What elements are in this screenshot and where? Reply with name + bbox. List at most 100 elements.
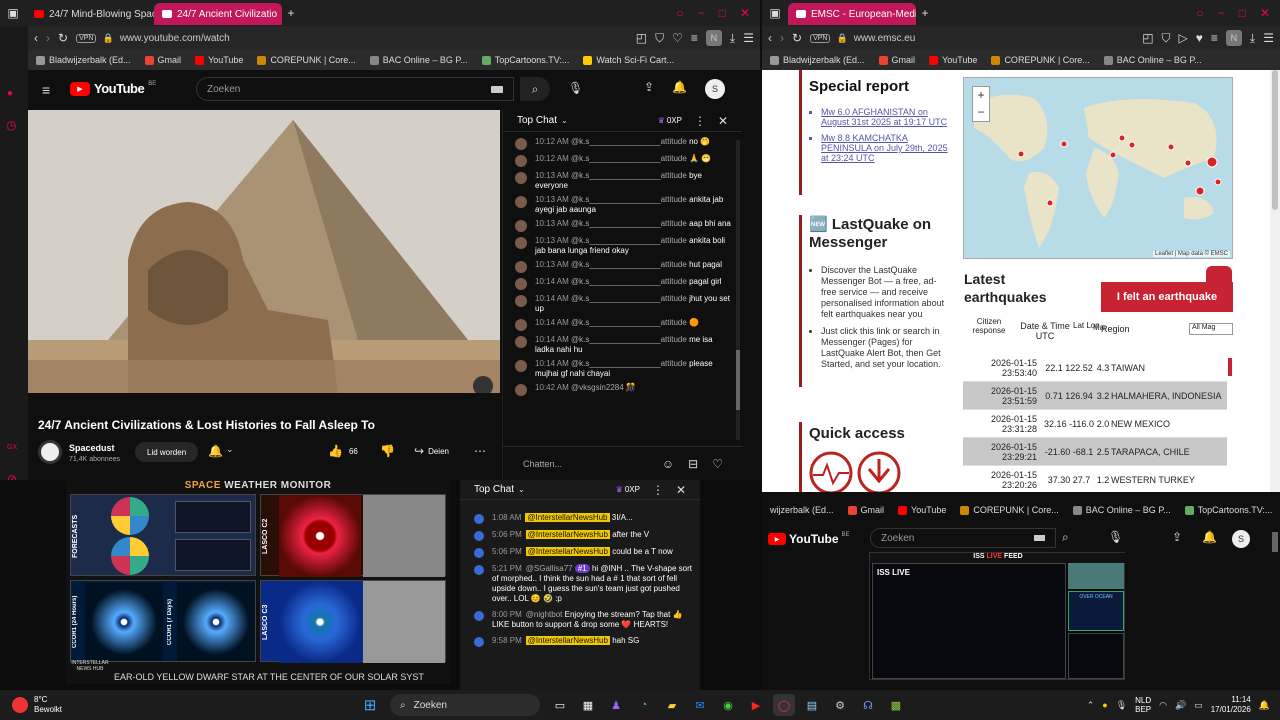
- minecraft-icon[interactable]: ▩: [885, 694, 907, 716]
- heart-icon[interactable]: ♥: [1196, 31, 1203, 45]
- chat-avatar[interactable]: [474, 611, 484, 621]
- tab-emsc[interactable]: EMSC - European-Mediter ✕: [788, 3, 916, 25]
- chat-avatar[interactable]: [515, 155, 527, 167]
- tab-actions-icon[interactable]: ▣: [0, 6, 26, 20]
- share-button[interactable]: ↪ Deien: [414, 444, 449, 458]
- chat-mode-selector[interactable]: Top Chat: [517, 115, 557, 126]
- bookmark-bac[interactable]: BAC Online – BG P...: [1072, 505, 1171, 515]
- chat-author[interactable]: @k.s________________attitude: [571, 335, 687, 344]
- chat-author[interactable]: @vksgsin2284: [571, 383, 624, 392]
- play-icon[interactable]: ▷: [1179, 31, 1188, 45]
- close-chat-icon[interactable]: ✕: [676, 483, 686, 497]
- iss-live-video[interactable]: ISS LIVE FEED ISS LIVE OVER OCEAN: [869, 552, 1126, 680]
- minimize-icon[interactable]: −: [698, 6, 705, 20]
- chat-author[interactable]: @k.s________________attitude: [571, 294, 687, 303]
- profile-avatar[interactable]: N: [1225, 30, 1242, 46]
- chat-avatar[interactable]: [515, 295, 527, 307]
- chevron-down-icon[interactable]: ⌄: [518, 485, 525, 494]
- super-chat-icon[interactable]: ⊟: [688, 457, 698, 471]
- reload-icon[interactable]: ↻: [792, 31, 802, 45]
- channel-avatar[interactable]: [38, 440, 62, 464]
- bookmark-youtube[interactable]: YouTube: [929, 55, 977, 65]
- reload-icon[interactable]: ↻: [58, 31, 68, 45]
- chat-avatar[interactable]: [515, 237, 527, 249]
- profile-avatar[interactable]: N: [705, 30, 722, 46]
- chat-avatar[interactable]: [474, 531, 484, 541]
- outlook-icon[interactable]: ✉: [689, 694, 711, 716]
- earthquake-map[interactable]: + − Leaflet | Map data © EMSC: [963, 77, 1233, 259]
- clock[interactable]: 11:14 17/01/2026: [1211, 695, 1251, 715]
- calculator-icon[interactable]: ▤: [801, 694, 823, 716]
- search-input[interactable]: Zoeken: [196, 77, 514, 101]
- video-player[interactable]: [28, 110, 500, 393]
- youtube-app-icon[interactable]: ▶: [745, 694, 767, 716]
- weather-widget[interactable]: 8°C Bewolkt: [0, 695, 200, 715]
- chevron-down-icon[interactable]: ⌄: [561, 116, 568, 125]
- start-icon[interactable]: ⊞: [359, 694, 381, 716]
- space-weather-video[interactable]: SPACE WEATHER MONITOR FORECASTS LASCO C2…: [66, 480, 450, 684]
- edge-icon[interactable]: ◔: [633, 694, 655, 716]
- report-link[interactable]: Mw 6.0 AFGHANISTAN on August 31st 2025 a…: [821, 107, 949, 127]
- chat-author[interactable]: @k.s________________attitude: [571, 154, 687, 163]
- quake-row[interactable]: 2026-01-15 23:51:59 0.71 126.94 3.2 HALMAHER…: [963, 382, 1227, 410]
- chat-avatar[interactable]: [515, 138, 527, 150]
- easy-setup-icon[interactable]: ☰: [1263, 31, 1274, 45]
- search-tabs-icon[interactable]: ○: [1196, 6, 1203, 20]
- chat-author[interactable]: @InterstellarNewsHub: [525, 547, 610, 556]
- snapshot-icon[interactable]: ◰: [636, 31, 647, 45]
- new-tab-icon[interactable]: +: [282, 6, 300, 20]
- bookmark-folder[interactable]: Bladwijzerbalk (Ed...: [36, 55, 131, 65]
- opera-gx-icon[interactable]: ◯: [773, 694, 795, 716]
- bookmark-topcartoons[interactable]: TopCartoons.TV:...: [481, 55, 569, 65]
- quake-scroll-thumb[interactable]: [1228, 358, 1232, 376]
- chat-author[interactable]: @k.s________________attitude: [571, 137, 687, 146]
- like-button[interactable]: 👍 66: [328, 444, 358, 458]
- maximize-icon[interactable]: □: [719, 6, 726, 20]
- tab-space[interactable]: 24/7 Mind-Blowing Space ✕: [26, 3, 154, 25]
- vpn-badge[interactable]: VPN: [810, 33, 831, 43]
- bookmark-bac[interactable]: BAC Online – BG P...: [369, 55, 468, 65]
- menu-icon[interactable]: ≡: [691, 31, 698, 45]
- felt-earthquake-button[interactable]: I felt an earthquake: [1101, 282, 1233, 312]
- close-window-icon[interactable]: ✕: [1260, 6, 1270, 20]
- search-tabs-icon[interactable]: ○: [676, 6, 683, 20]
- chat-author[interactable]: @SGallisa77: [526, 564, 573, 573]
- easy-setup-icon[interactable]: ☰: [743, 31, 754, 45]
- url-field[interactable]: VPN 🔒 www.youtube.com/watch: [76, 29, 628, 47]
- volume-icon[interactable]: 🔊: [1175, 700, 1186, 711]
- tray-chevron-icon[interactable]: ⌃: [1087, 700, 1095, 711]
- chat-avatar[interactable]: [515, 319, 527, 331]
- chat-avatar[interactable]: [515, 196, 527, 208]
- search-icon[interactable]: ⌕: [1062, 530, 1069, 545]
- chat-author[interactable]: @k.s________________attitude: [571, 219, 687, 228]
- quake-row[interactable]: 2026-01-15 23:29:21 -21.60 -68.1 2.5 TARAPAC…: [963, 438, 1227, 466]
- points-badge[interactable]: ♛ 0XP: [658, 116, 682, 125]
- chat-scroll-thumb[interactable]: [736, 350, 740, 410]
- chat-avatar[interactable]: [515, 220, 527, 232]
- quake-row[interactable]: 2026-01-15 23:20:26 37.30 27.7 1.2 WESTERN T…: [963, 466, 1227, 492]
- chat-avatar[interactable]: [515, 360, 527, 372]
- thumbs-down-icon[interactable]: 👎: [380, 444, 395, 458]
- chat-avatar[interactable]: [474, 548, 484, 558]
- create-icon[interactable]: ⇪: [644, 80, 654, 94]
- page-scroll-thumb[interactable]: [1272, 70, 1278, 210]
- chat-author[interactable]: @k.s________________attitude: [571, 236, 687, 245]
- forward-icon[interactable]: ›: [780, 31, 784, 45]
- heart-icon[interactable]: ♡: [712, 457, 723, 471]
- youtube-logo[interactable]: ▶ YouTube BE: [768, 532, 850, 546]
- chat-author[interactable]: @InterstellarNewsHub: [525, 530, 610, 539]
- chat-avatar[interactable]: [474, 565, 484, 575]
- bookmark-corepunk[interactable]: COREPUNK | Core...: [257, 55, 356, 65]
- maximize-icon[interactable]: □: [1239, 6, 1246, 20]
- search-input[interactable]: Zoeken: [870, 528, 1056, 548]
- hamburger-icon[interactable]: ≡: [42, 82, 50, 98]
- more-icon[interactable]: ⋮: [694, 114, 706, 128]
- download-icon[interactable]: ⤓: [1250, 31, 1255, 46]
- close-chat-icon[interactable]: ✕: [718, 114, 728, 128]
- bell-icon[interactable]: 🔔: [672, 80, 687, 94]
- wifi-icon[interactable]: ◠: [1159, 700, 1167, 711]
- tray-mic-icon[interactable]: 🎙: [1116, 700, 1127, 711]
- chat-author[interactable]: @InterstellarNewsHub: [525, 513, 610, 522]
- chat-avatar[interactable]: [474, 637, 484, 647]
- more-actions-icon[interactable]: ⋯: [474, 444, 486, 458]
